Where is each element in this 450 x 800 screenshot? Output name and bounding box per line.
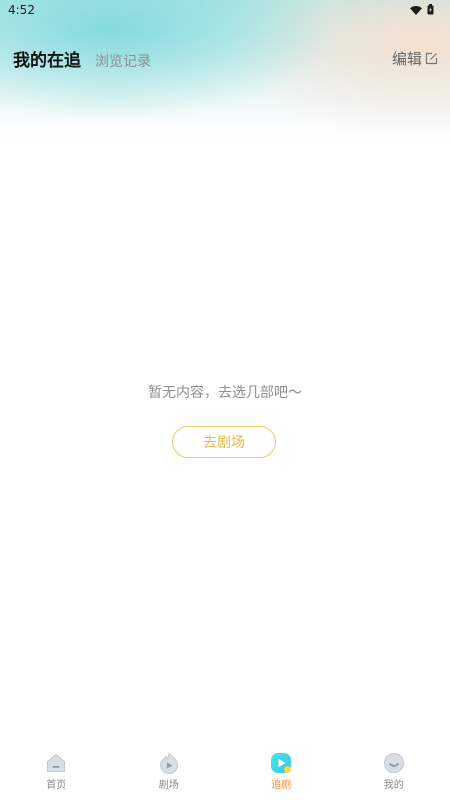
edit-icon bbox=[425, 52, 438, 65]
tab-history[interactable]: 浏览记录 bbox=[95, 51, 151, 71]
profile-icon bbox=[383, 753, 404, 773]
status-time: 4:52 bbox=[8, 3, 35, 17]
wifi-icon bbox=[410, 5, 422, 15]
nav-item-home[interactable]: 首页 bbox=[0, 748, 113, 800]
status-icons bbox=[410, 4, 434, 15]
follow-play-icon bbox=[271, 753, 292, 773]
nav-item-follow[interactable]: 追剧 bbox=[225, 748, 338, 800]
go-to-theater-button[interactable]: 去剧场 bbox=[172, 426, 276, 458]
battery-icon bbox=[427, 4, 434, 15]
home-icon bbox=[47, 753, 66, 772]
nav-label-home: 首页 bbox=[46, 780, 67, 791]
edit-button[interactable]: 编辑 bbox=[392, 48, 438, 69]
nav-item-profile[interactable]: 我的 bbox=[338, 748, 450, 800]
nav-label-profile: 我的 bbox=[383, 780, 404, 791]
bottom-navigation: 首页 剧场 追剧 我的 bbox=[0, 748, 450, 800]
theater-icon bbox=[159, 752, 178, 774]
nav-label-theater: 剧场 bbox=[158, 780, 179, 791]
nav-label-follow: 追剧 bbox=[271, 780, 292, 791]
tab-following[interactable]: 我的在追 bbox=[13, 46, 81, 71]
empty-state-message: 暂无内容，去选几部吧～ bbox=[148, 385, 302, 401]
header-tabs: 我的在追 浏览记录 bbox=[13, 46, 151, 72]
edit-label: 编辑 bbox=[391, 50, 422, 68]
status-bar: 4:52 bbox=[0, 0, 450, 22]
nav-item-theater[interactable]: 剧场 bbox=[113, 748, 226, 800]
